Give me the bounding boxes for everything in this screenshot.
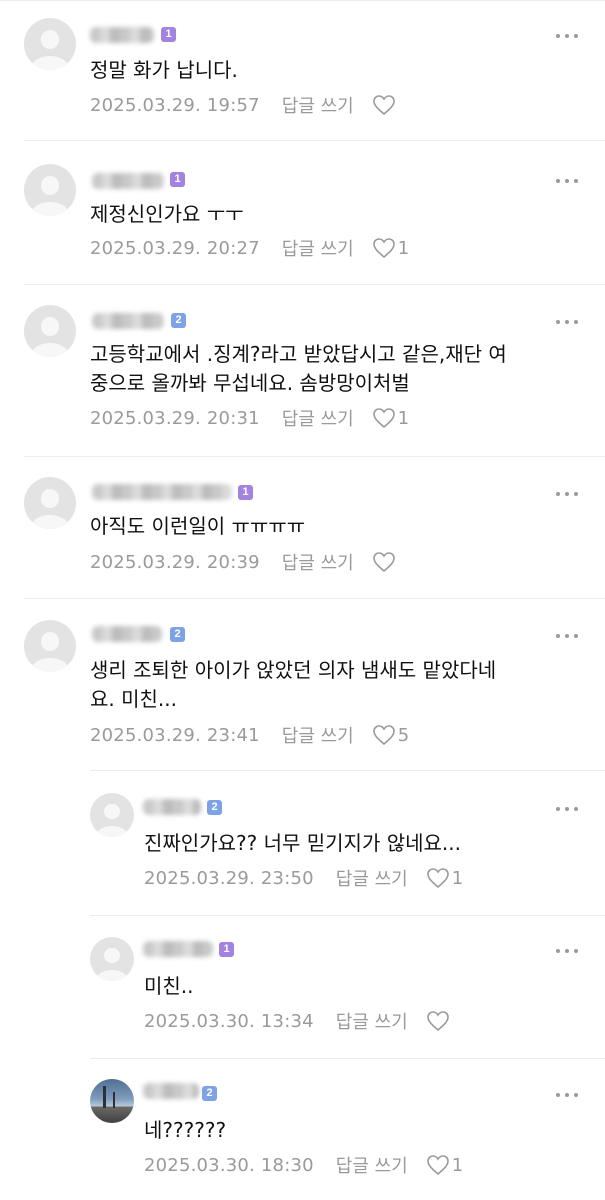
reply-button[interactable]: 답글 쓰기 [282, 92, 354, 118]
level-badge: 1 [161, 27, 176, 42]
level-badge: 1 [219, 942, 234, 957]
heart-outline-icon [372, 725, 395, 746]
like-count: 5 [397, 724, 410, 746]
blurred-username[interactable] [143, 941, 213, 957]
reply-button[interactable]: 답글 쓰기 [282, 722, 354, 748]
comment-timestamp: 2025.03.29. 23:41 [90, 724, 260, 746]
heart-outline-icon [372, 238, 395, 259]
reply-text: 진짜인가요?? 너무 믿기지가 않네요... [144, 831, 461, 855]
comment-text: 아직도 이런일이 ㅠㅠㅠㅠ [90, 514, 306, 538]
blurred-username[interactable] [92, 626, 162, 642]
comment-timestamp: 2025.03.29. 20:31 [90, 407, 260, 429]
like-button[interactable]: 1 [372, 237, 409, 259]
reply-button[interactable]: 답글 쓰기 [282, 235, 354, 261]
like-button[interactable]: 1 [426, 867, 463, 889]
like-count: 1 [451, 867, 464, 889]
comment-timestamp: 2025.03.29. 20:27 [90, 237, 260, 259]
default-profile-icon[interactable] [24, 18, 76, 70]
reply-timestamp: 2025.03.29. 23:50 [144, 867, 314, 889]
heart-outline-icon [426, 1155, 449, 1176]
comment-text: 정말 화가 납니다. [90, 58, 238, 82]
reply-meta: 2025.03.30. 13:34 답글 쓰기 [144, 1009, 452, 1033]
more-options-icon[interactable] [556, 805, 578, 813]
more-options-icon[interactable] [556, 632, 578, 640]
more-options-icon[interactable] [556, 177, 578, 185]
more-options-icon[interactable] [556, 947, 578, 955]
reply-timestamp: 2025.03.30. 18:30 [144, 1154, 314, 1176]
like-button[interactable]: 1 [372, 407, 409, 429]
more-options-icon[interactable] [556, 318, 578, 326]
default-profile-icon[interactable] [24, 477, 76, 529]
heart-outline-icon [372, 95, 395, 116]
comment-divider [24, 140, 605, 141]
blurred-username[interactable] [92, 173, 164, 189]
reply-timestamp: 2025.03.30. 13:34 [144, 1010, 314, 1032]
reply-meta: 2025.03.29. 23:50 답글 쓰기 1 [144, 865, 463, 891]
default-profile-icon[interactable] [24, 305, 76, 357]
comment-divider [24, 456, 605, 457]
default-profile-icon[interactable] [24, 164, 76, 216]
reply-text: 미친.. [144, 974, 194, 998]
default-profile-icon[interactable] [90, 937, 134, 981]
more-options-icon[interactable] [556, 1091, 578, 1099]
blurred-username[interactable] [92, 484, 232, 500]
comment-text: 제정신인가요 ㅜㅜ [90, 202, 244, 226]
comment-text: 생리 조퇴한 아이가 앉았던 의자 냄새도 맡았다네 요. 미친... [90, 658, 497, 711]
like-button[interactable] [372, 94, 398, 116]
comment-divider [90, 770, 605, 771]
blurred-username[interactable] [90, 27, 154, 43]
reply-button[interactable]: 답글 쓰기 [282, 405, 354, 431]
reply-divider [90, 915, 605, 916]
heart-outline-icon [372, 552, 395, 573]
comment-divider [24, 284, 605, 285]
like-count: 1 [397, 407, 410, 429]
heart-outline-icon [426, 868, 449, 889]
reply-meta: 2025.03.30. 18:30 답글 쓰기 1 [144, 1152, 463, 1178]
heart-outline-icon [426, 1011, 449, 1032]
blurred-username[interactable] [143, 799, 201, 815]
reply-text: 네?????? [144, 1118, 227, 1142]
level-badge: 2 [171, 313, 186, 328]
like-button[interactable] [426, 1010, 452, 1032]
comment-timestamp: 2025.03.29. 19:57 [90, 94, 260, 116]
like-count: 1 [451, 1154, 464, 1176]
reply-divider [90, 1058, 605, 1059]
default-profile-icon[interactable] [24, 620, 76, 672]
top-divider [0, 0, 605, 1]
level-badge: 1 [238, 485, 253, 500]
comment-meta: 2025.03.29. 20:39 답글 쓰기 [90, 550, 398, 574]
reply-button[interactable]: 답글 쓰기 [336, 1008, 408, 1034]
reply-button[interactable]: 답글 쓰기 [282, 549, 354, 575]
like-button[interactable] [372, 551, 398, 573]
blurred-username[interactable] [143, 1083, 199, 1099]
more-options-icon[interactable] [556, 32, 578, 40]
level-badge: 1 [170, 172, 185, 187]
reply-button[interactable]: 답글 쓰기 [336, 1152, 408, 1178]
comment-meta: 2025.03.29. 20:31 답글 쓰기 1 [90, 405, 409, 431]
profile-photo-icon[interactable] [90, 1079, 134, 1123]
level-badge: 2 [202, 1086, 217, 1101]
comment-meta: 2025.03.29. 23:41 답글 쓰기 5 [90, 722, 409, 748]
comment-meta: 2025.03.29. 20:27 답글 쓰기 1 [90, 235, 409, 261]
level-badge: 2 [207, 800, 222, 815]
like-count: 1 [397, 237, 410, 259]
default-profile-icon[interactable] [90, 793, 134, 837]
comment-meta: 2025.03.29. 19:57 답글 쓰기 [90, 93, 398, 117]
comment-timestamp: 2025.03.29. 20:39 [90, 551, 260, 573]
blurred-username[interactable] [92, 313, 164, 329]
more-options-icon[interactable] [556, 490, 578, 498]
comment-text: 고등학교에서 .징계?라고 받았답시고 같은,재단 여 중으로 올까봐 무섭네요… [90, 342, 507, 395]
heart-outline-icon [372, 408, 395, 429]
level-badge: 2 [170, 627, 185, 642]
like-button[interactable]: 1 [426, 1154, 463, 1176]
comment-divider [24, 598, 605, 599]
reply-button[interactable]: 답글 쓰기 [336, 865, 408, 891]
like-button[interactable]: 5 [372, 724, 409, 746]
